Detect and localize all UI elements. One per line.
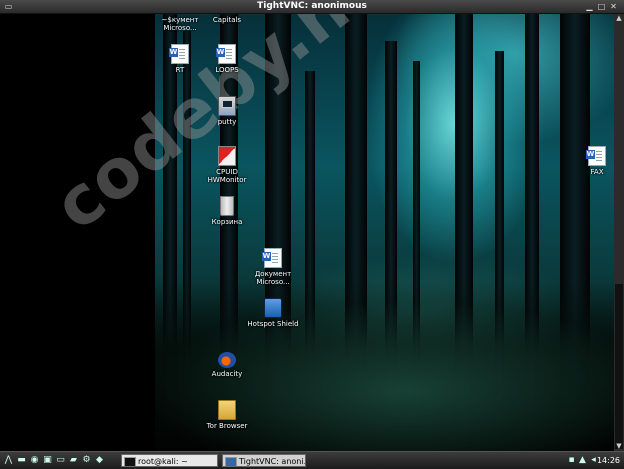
tor-browser-icon	[218, 400, 236, 420]
monitor-icon[interactable]: ▭	[55, 455, 66, 466]
maximize-button[interactable]: □	[597, 2, 606, 11]
terminal-icon[interactable]: ▣	[42, 455, 53, 466]
close-button[interactable]: ✕	[609, 2, 618, 11]
minimize-button[interactable]: ▁	[585, 2, 594, 11]
desktop-icon-label: CPUID HWMonitor	[207, 168, 247, 184]
putty-icon	[218, 96, 236, 116]
document-icon	[169, 44, 189, 64]
task-label: root@kali: ~	[138, 457, 188, 466]
desktop-icon-label: putty	[217, 118, 237, 126]
document-icon	[216, 44, 236, 64]
browser-icon[interactable]: ◉	[29, 455, 40, 466]
desktop-icon-label: Корзина	[211, 218, 243, 226]
task-terminal[interactable]: root@kali: ~	[121, 454, 218, 467]
vnc-icon	[225, 457, 237, 466]
terminal-icon	[124, 457, 136, 466]
desktop-icon-label: LOOPS	[215, 66, 239, 74]
desktop-icon-label: Audacity	[211, 370, 243, 378]
hotspot-shield-icon	[264, 298, 282, 318]
app-icon[interactable]: ◆	[94, 455, 105, 466]
desktop-icon-tor[interactable]: Tor Browser	[197, 400, 257, 430]
remote-desktop[interactable]: codeby.net ~$кумент Microso... Capitals …	[0, 14, 614, 451]
menu-icon[interactable]: ⋀	[3, 455, 14, 466]
settings-icon[interactable]: ⚙	[81, 455, 92, 466]
desktop-icon-label: Tor Browser	[206, 422, 248, 430]
desktop-icon-putty[interactable]: putty	[197, 96, 257, 126]
document-icon	[262, 248, 282, 268]
document-icon	[586, 146, 606, 166]
trash-icon	[220, 196, 234, 216]
network-icon[interactable]: ▲	[577, 455, 588, 466]
desktop-icon-doc-microsoft[interactable]: Документ Microso...	[243, 248, 303, 286]
desktop-icon-label: Документ Microso...	[254, 270, 292, 286]
desktop-icon-label: Capitals	[212, 16, 242, 24]
taskbar: ⋀ ▬ ◉ ▣ ▭ ▰ ⚙ ◆ root@kali: ~ TightVNC: a…	[0, 451, 624, 469]
folder-icon[interactable]: ▰	[68, 455, 79, 466]
scrollbar-thumb[interactable]	[615, 284, 623, 449]
desktop-icon-cpuid[interactable]: CPUID HWMonitor	[197, 146, 257, 184]
scroll-up-icon[interactable]: ▲	[614, 14, 624, 23]
file-manager-icon[interactable]: ▬	[16, 455, 27, 466]
task-tightvnc[interactable]: TightVNC: anoni...	[222, 454, 306, 467]
desktop-icon-hotspot[interactable]: Hotspot Shield	[243, 298, 303, 328]
vertical-scrollbar[interactable]: ▲ ▼	[614, 14, 624, 451]
desktop-icon-capitals[interactable]: Capitals	[197, 16, 257, 24]
desktop-icon-fax[interactable]: FAX	[567, 146, 614, 176]
tray-icon[interactable]: ▪	[566, 455, 577, 466]
cpuid-icon	[218, 146, 236, 166]
desktop-icon-loops[interactable]: LOOPS	[197, 44, 257, 74]
desktop-icon-audacity[interactable]: Audacity	[197, 352, 257, 378]
scroll-down-icon[interactable]: ▼	[614, 442, 624, 451]
desktop-icon-korzina[interactable]: Корзина	[197, 196, 257, 226]
window-title-bar[interactable]: ▭ TightVNC: anonimous ▁ □ ✕	[0, 0, 624, 14]
audacity-icon	[218, 352, 236, 368]
desktop-icon-label: Hotspot Shield	[247, 320, 299, 328]
desktop-icon-label: FAX	[590, 168, 604, 176]
window-title: TightVNC: anonimous	[257, 1, 367, 11]
clock[interactable]: 14:26	[597, 452, 620, 469]
task-label: TightVNC: anoni...	[239, 457, 306, 466]
